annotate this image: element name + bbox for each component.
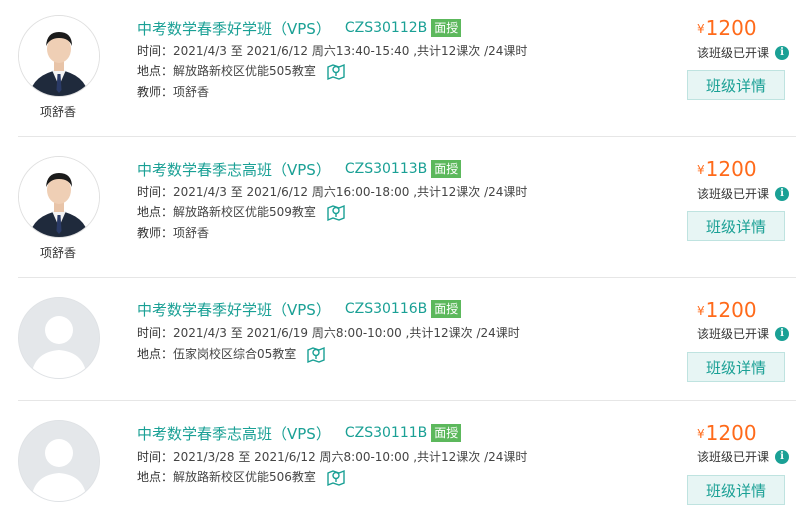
status-line: 该班级已开课 i (697, 44, 790, 61)
price-value: 1200 (705, 421, 757, 445)
location-value: 解放路新校区优能505教室 (173, 64, 316, 78)
status-line: 该班级已开课 i (697, 185, 790, 202)
currency-symbol: ¥ (697, 22, 705, 36)
teacher-label: 教师： (137, 226, 174, 240)
time-value: 2021/4/3 至 2021/6/19 周六8:00-10:00 ,共计12课… (173, 326, 520, 340)
status-text: 该班级已开课 (697, 46, 770, 60)
time-value: 2021/3/28 至 2021/6/12 周六8:00-10:00 ,共计12… (173, 450, 528, 464)
class-detail-button[interactable]: 班级详情 (687, 70, 785, 100)
time-label: 时间： (137, 450, 174, 464)
course-code: CZS30113B (344, 161, 428, 177)
course-title[interactable]: 中考数学春季志高班（VPS） (137, 159, 331, 180)
time-line: 时间： 2021/4/3 至 2021/6/12 周六16:00-18:00 ,… (137, 183, 527, 201)
course-title-row: 中考数学春季好学班（VPS） CZS30112B 面授 (137, 17, 462, 39)
time-line: 时间： 2021/4/3 至 2021/6/12 周六13:40-15:40 ,… (137, 42, 527, 60)
status-line: 该班级已开课 i (697, 325, 790, 342)
teacher-line: 教师： 项舒香 (137, 224, 209, 242)
avatar-caption: 项舒香 (39, 105, 76, 119)
location-line: 地点： 伍家岗校区综合05教室 (137, 344, 326, 364)
price-value: 1200 (705, 298, 757, 322)
info-icon[interactable]: i (775, 326, 790, 341)
course-card: 中考数学春季好学班（VPS） CZS30116B 面授 时间： 2021/4/3… (0, 278, 796, 401)
class-detail-button[interactable]: 班级详情 (687, 352, 785, 382)
map-pin-icon[interactable] (326, 61, 346, 81)
teacher-value: 项舒香 (173, 226, 210, 240)
location-value: 伍家岗校区综合05教室 (173, 347, 297, 361)
location-line: 地点： 解放路新校区优能506教室 (137, 467, 346, 487)
time-line: 时间： 2021/3/28 至 2021/6/12 周六8:00-10:00 ,… (137, 448, 527, 466)
course-card: 中考数学春季志高班（VPS） CZS30111B 面授 时间： 2021/3/2… (0, 401, 796, 518)
info-icon[interactable]: i (775, 45, 790, 60)
teacher-avatar (18, 156, 100, 238)
location-label: 地点： (137, 347, 174, 361)
teacher-label: 教师： (137, 85, 174, 99)
price-value: 1200 (705, 16, 757, 40)
status-text: 该班级已开课 (697, 327, 770, 341)
course-card: 项舒香 中考数学春季志高班（VPS） CZS30113B 面授 时间： 2021… (0, 137, 796, 278)
location-label: 地点： (137, 205, 174, 219)
time-label: 时间： (137, 326, 174, 340)
location-line: 地点： 解放路新校区优能505教室 (137, 61, 346, 81)
mode-badge: 面授 (431, 19, 462, 37)
course-title[interactable]: 中考数学春季好学班（VPS） (137, 299, 331, 320)
location-line: 地点： 解放路新校区优能509教室 (137, 202, 346, 222)
teacher-avatar (18, 15, 100, 97)
mode-badge: 面授 (431, 424, 462, 442)
teacher-line: 教师： 项舒香 (137, 83, 209, 101)
location-label: 地点： (137, 470, 174, 484)
teacher-value: 项舒香 (173, 85, 210, 99)
price: ¥1200 (697, 157, 757, 181)
mode-badge: 面授 (431, 300, 462, 318)
avatar-placeholder-icon (18, 297, 100, 379)
course-title-row: 中考数学春季好学班（VPS） CZS30116B 面授 (137, 298, 462, 320)
avatar-placeholder-icon (18, 420, 100, 502)
price: ¥1200 (697, 298, 757, 322)
price-value: 1200 (705, 157, 757, 181)
info-icon[interactable]: i (775, 449, 790, 464)
course-title[interactable]: 中考数学春季好学班（VPS） (137, 18, 331, 39)
class-detail-button[interactable]: 班级详情 (687, 475, 785, 505)
currency-symbol: ¥ (697, 304, 705, 318)
time-line: 时间： 2021/4/3 至 2021/6/19 周六8:00-10:00 ,共… (137, 324, 520, 342)
map-pin-icon[interactable] (306, 344, 326, 364)
currency-symbol: ¥ (697, 163, 705, 177)
location-value: 解放路新校区优能506教室 (173, 470, 316, 484)
location-label: 地点： (137, 64, 174, 78)
avatar-caption: 项舒香 (39, 246, 76, 260)
course-title[interactable]: 中考数学春季志高班（VPS） (137, 423, 331, 444)
info-icon[interactable]: i (775, 186, 790, 201)
course-code: CZS30111B (344, 425, 428, 441)
price: ¥1200 (697, 421, 757, 445)
course-title-row: 中考数学春季志高班（VPS） CZS30113B 面授 (137, 158, 462, 180)
mode-badge: 面授 (431, 160, 462, 178)
time-value: 2021/4/3 至 2021/6/12 周六13:40-15:40 ,共计12… (173, 44, 528, 58)
map-pin-icon[interactable] (326, 202, 346, 222)
course-code: CZS30116B (344, 301, 428, 317)
price: ¥1200 (697, 16, 757, 40)
time-label: 时间： (137, 44, 174, 58)
time-label: 时间： (137, 185, 174, 199)
time-value: 2021/4/3 至 2021/6/12 周六16:00-18:00 ,共计12… (173, 185, 528, 199)
location-value: 解放路新校区优能509教室 (173, 205, 316, 219)
class-detail-button[interactable]: 班级详情 (687, 211, 785, 241)
status-text: 该班级已开课 (697, 450, 770, 464)
currency-symbol: ¥ (697, 427, 705, 441)
course-card: 项舒香 中考数学春季好学班（VPS） CZS30112B 面授 时间： 2021… (0, 0, 796, 137)
course-code: CZS30112B (344, 20, 428, 36)
status-line: 该班级已开课 i (697, 448, 790, 465)
course-title-row: 中考数学春季志高班（VPS） CZS30111B 面授 (137, 422, 462, 444)
map-pin-icon[interactable] (326, 467, 346, 487)
status-text: 该班级已开课 (697, 187, 770, 201)
